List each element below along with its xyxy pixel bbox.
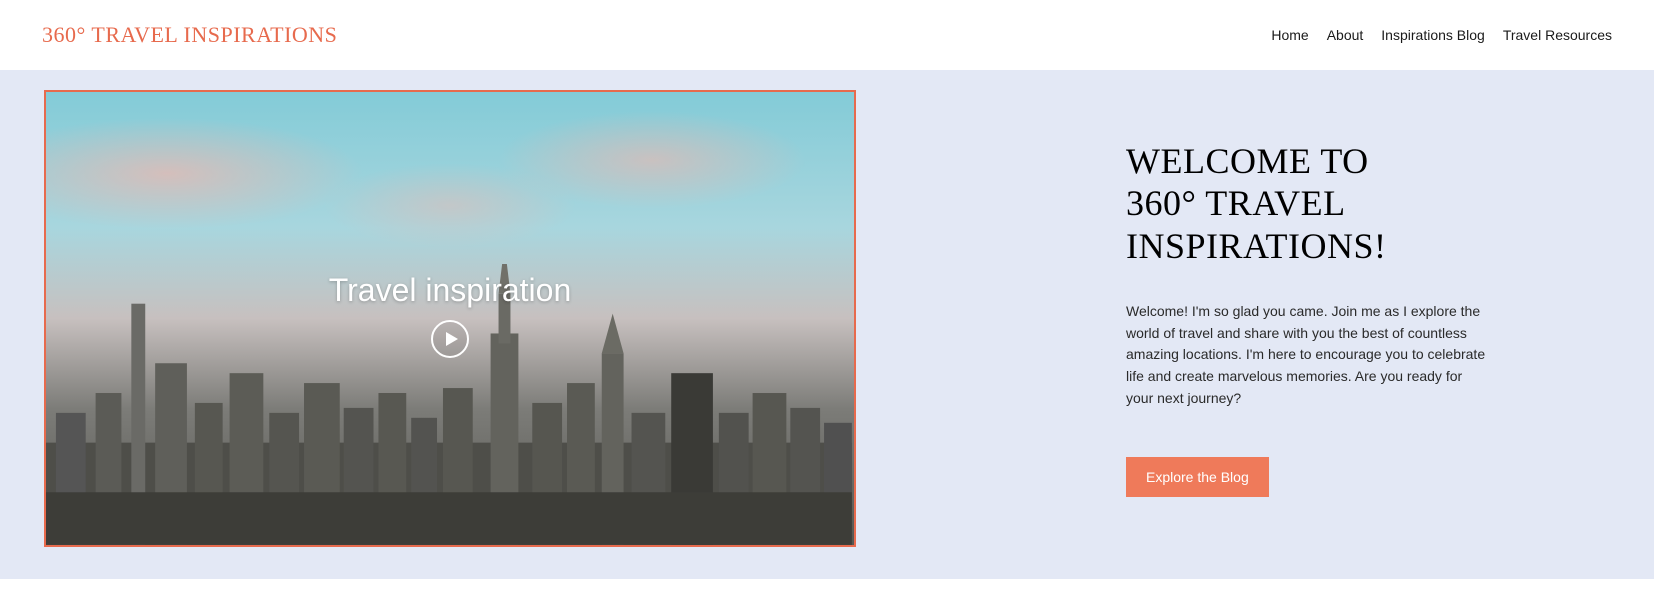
hero-inner: Travel inspiration WELCOME TO 360° TRAVE…: [0, 90, 1654, 547]
welcome-heading: WELCOME TO 360° TRAVEL INSPIRATIONS!: [1126, 140, 1540, 267]
video-wrap: Travel inspiration: [44, 90, 856, 547]
play-button[interactable]: [431, 320, 469, 358]
play-icon: [446, 332, 458, 346]
nav-inspirations-blog[interactable]: Inspirations Blog: [1381, 27, 1485, 43]
hero-section: Travel inspiration WELCOME TO 360° TRAVE…: [0, 70, 1654, 579]
welcome-heading-line1: WELCOME TO: [1126, 141, 1369, 181]
primary-nav: Home About Inspirations Blog Travel Reso…: [1271, 27, 1612, 43]
video-title: Travel inspiration: [46, 272, 854, 309]
welcome-body: Welcome! I'm so glad you came. Join me a…: [1126, 301, 1486, 409]
site-header: 360° TRAVEL INSPIRATIONS Home About Insp…: [0, 0, 1654, 70]
welcome-panel: WELCOME TO 360° TRAVEL INSPIRATIONS! Wel…: [856, 140, 1610, 498]
nav-about[interactable]: About: [1327, 27, 1364, 43]
welcome-heading-line3: INSPIRATIONS!: [1126, 226, 1387, 266]
nav-home[interactable]: Home: [1271, 27, 1308, 43]
welcome-heading-line2: 360° TRAVEL: [1126, 183, 1346, 223]
video-thumbnail[interactable]: Travel inspiration: [44, 90, 856, 547]
nav-travel-resources[interactable]: Travel Resources: [1503, 27, 1612, 43]
site-logo[interactable]: 360° TRAVEL INSPIRATIONS: [42, 22, 337, 48]
explore-blog-button[interactable]: Explore the Blog: [1126, 457, 1269, 497]
